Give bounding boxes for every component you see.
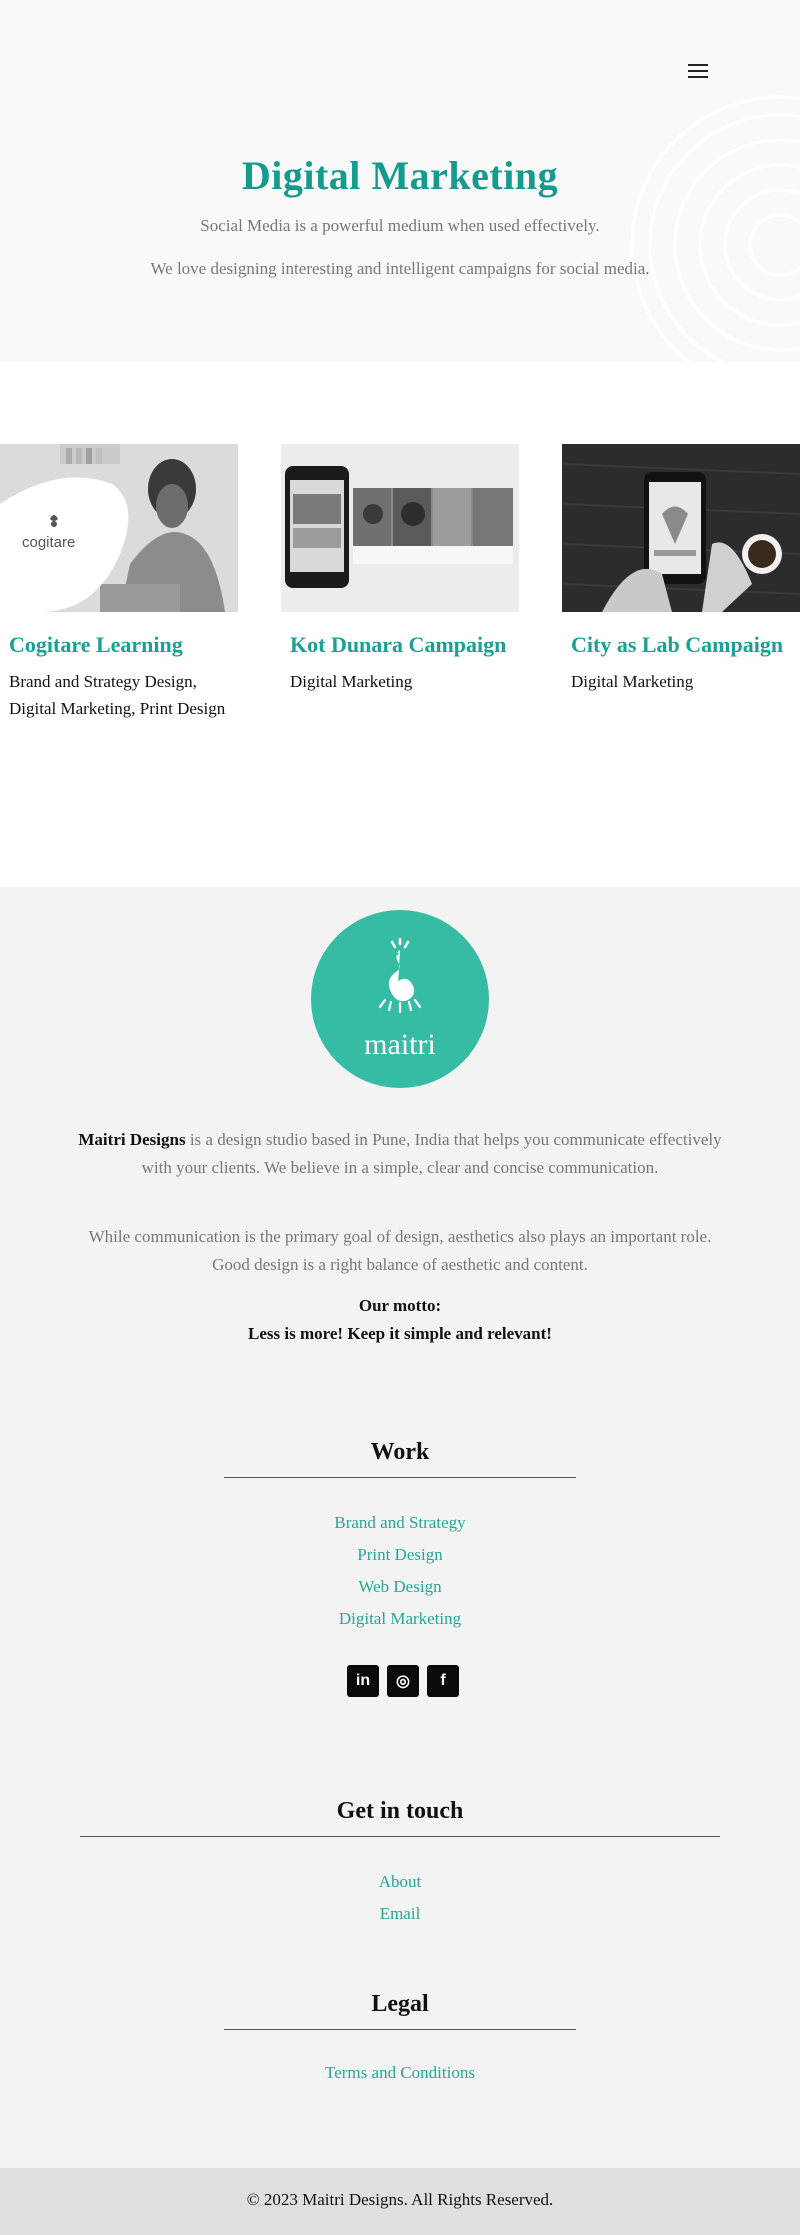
motto-text: Less is more! Keep it simple and relevan… [248, 1324, 552, 1343]
cogitare-logo-text: cogitare [22, 534, 76, 551]
project-thumbnail[interactable]: cogitare [0, 444, 238, 612]
hamburger-menu-icon[interactable] [684, 60, 712, 84]
motto-label: Our motto: [358, 1296, 442, 1315]
project-categories: Digital Marketing [290, 672, 413, 691]
project-thumbnail[interactable] [281, 444, 519, 612]
instagram-icon[interactable]: ◎ [387, 1665, 419, 1697]
footer-link-email[interactable]: Email [0, 1904, 800, 1924]
page-title: Digital Marketing [241, 153, 559, 198]
footer-link-about[interactable]: About [0, 1872, 800, 1892]
portfolio-card-kot-dunara[interactable]: Kot Dunara Campaign Digital Marketing [281, 444, 519, 695]
project-title[interactable]: City as Lab Campaign [571, 632, 800, 658]
divider [80, 1836, 720, 1837]
hero-subtitle: Social Media is a powerful medium when u… [200, 216, 600, 235]
footer-link-terms[interactable]: Terms and Conditions [0, 2063, 800, 2083]
project-categories: Digital Marketing [571, 672, 694, 691]
footer-link-print-design[interactable]: Print Design [0, 1545, 800, 1565]
linkedin-icon[interactable]: in [347, 1665, 379, 1697]
maitri-logo[interactable]: maitri [311, 910, 489, 1088]
portfolio-card-city-as-lab[interactable]: City as Lab Campaign Digital Marketing [562, 444, 800, 695]
work-heading: Work [370, 1439, 430, 1465]
footer-link-web-design[interactable]: Web Design [0, 1577, 800, 1597]
copyright-text: © 2023 Maitri Designs. All Rights Reserv… [246, 2190, 554, 2209]
divider [224, 1477, 576, 1478]
divider [224, 2029, 576, 2030]
about-text: Maitri Designs is a design studio based … [75, 1126, 725, 1182]
project-title[interactable]: Kot Dunara Campaign [290, 632, 519, 658]
about-text-2: While communication is the primary goal … [88, 1227, 712, 1274]
contact-heading: Get in touch [336, 1798, 464, 1824]
project-thumbnail[interactable] [562, 444, 800, 612]
project-categories: Brand and Strategy Design, Digital Marke… [9, 672, 226, 718]
logo-wordmark: maitri [364, 1028, 436, 1061]
project-title[interactable]: Cogitare Learning [9, 632, 238, 658]
portfolio-card-cogitare[interactable]: cogitare Cogitare Learning Brand and Str… [0, 444, 238, 722]
about-brand: Maitri Designs [78, 1130, 186, 1149]
facebook-icon[interactable]: f [427, 1665, 459, 1697]
legal-heading: Legal [371, 1991, 429, 2017]
hero-subtitle: We love designing interesting and intell… [150, 259, 650, 278]
hero-section: Digital Marketing Social Media is a powe… [0, 0, 800, 362]
about-description: is a design studio based in Pune, India … [141, 1130, 722, 1177]
footer-link-brand-strategy[interactable]: Brand and Strategy [0, 1513, 800, 1533]
copyright-bar: © 2023 Maitri Designs. All Rights Reserv… [0, 2168, 800, 2235]
footer-link-digital-marketing[interactable]: Digital Marketing [0, 1609, 800, 1629]
